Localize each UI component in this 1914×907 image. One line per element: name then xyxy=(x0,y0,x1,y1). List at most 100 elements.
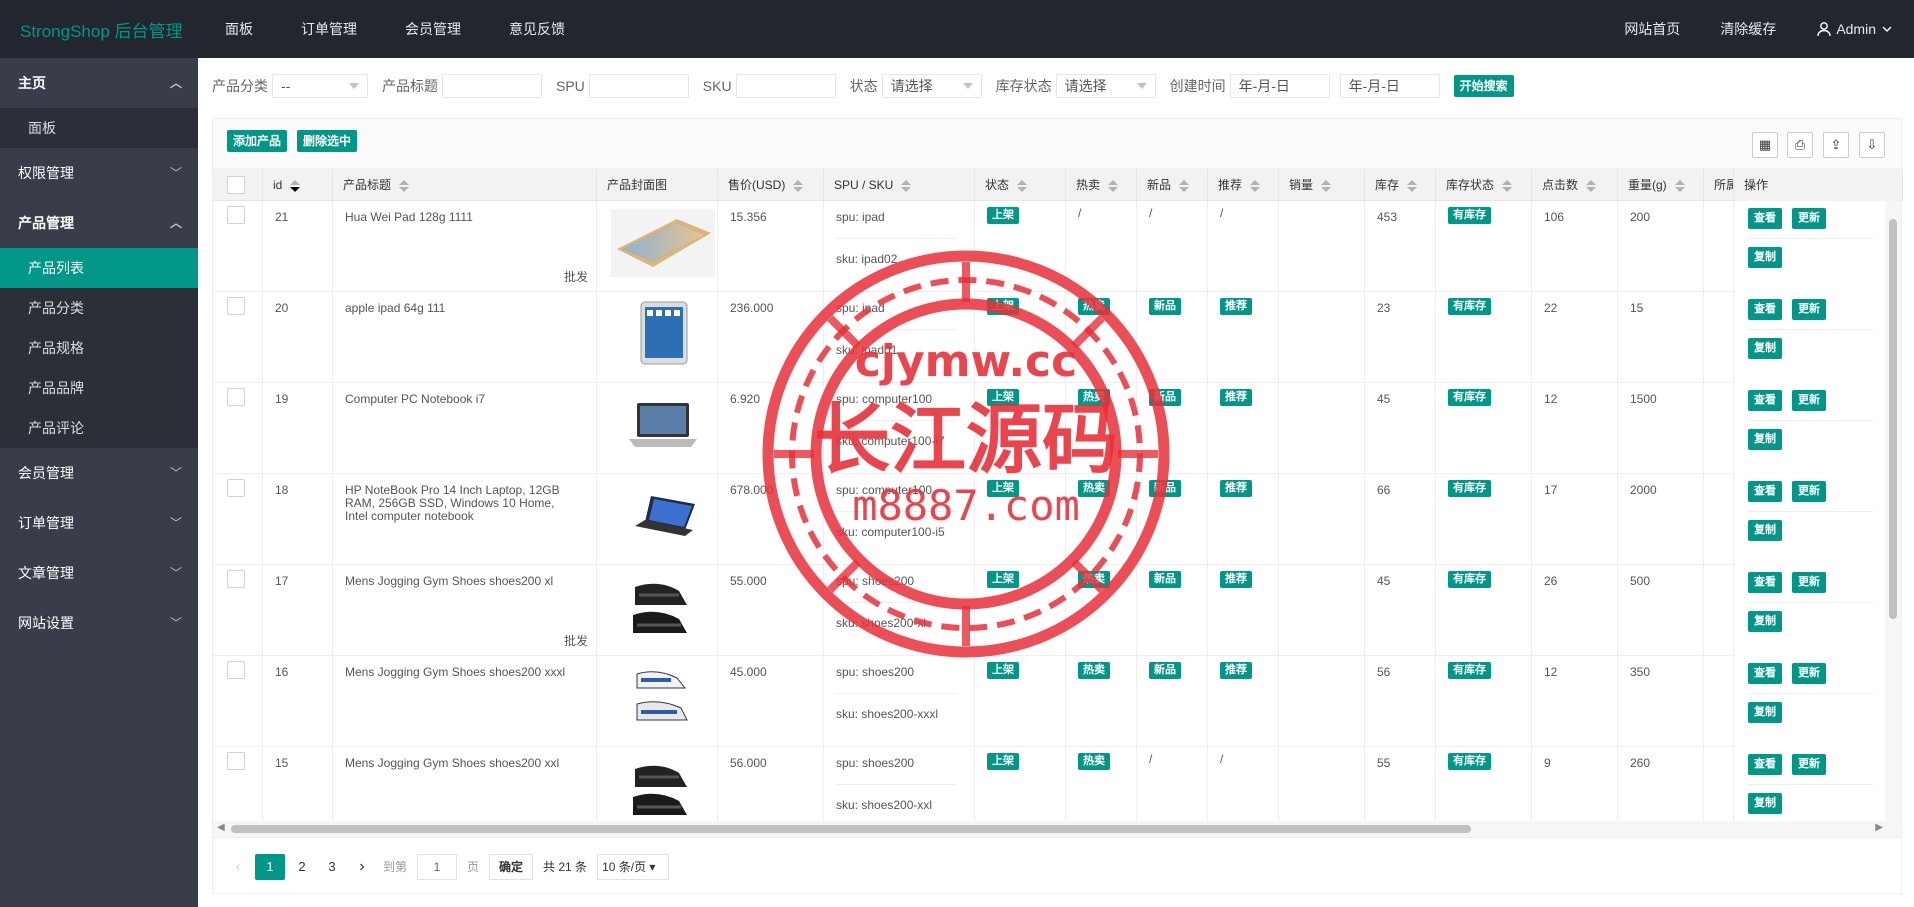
sort-icon[interactable] xyxy=(1179,179,1190,192)
prev-page-icon[interactable]: ‹ xyxy=(225,854,251,880)
col-price[interactable]: 售价(USD) xyxy=(718,169,824,201)
view-button[interactable]: 查看 xyxy=(1748,481,1782,502)
row-checkbox[interactable] xyxy=(227,752,245,770)
page-size-select[interactable]: 10 条/页 ▾ xyxy=(597,853,670,880)
scroll-thumb[interactable] xyxy=(231,825,1471,833)
date-from-input[interactable]: 年-月-日 xyxy=(1229,74,1330,98)
col-id[interactable]: id xyxy=(263,169,333,201)
sort-icon[interactable] xyxy=(290,179,301,192)
page-1[interactable]: 1 xyxy=(255,853,285,880)
sort-icon[interactable] xyxy=(1674,179,1685,192)
col-status[interactable]: 状态 xyxy=(975,169,1066,201)
delete-selected-button[interactable]: 删除选中 xyxy=(297,130,358,152)
view-button[interactable]: 查看 xyxy=(1748,299,1782,320)
sort-icon[interactable] xyxy=(1321,179,1332,192)
goto-confirm-button[interactable]: 确定 xyxy=(489,853,534,880)
topnav-feedback[interactable]: 意见反馈 xyxy=(509,0,565,58)
view-button[interactable]: 查看 xyxy=(1748,208,1782,229)
row-checkbox[interactable] xyxy=(227,570,245,588)
col-new[interactable]: 新品 xyxy=(1137,169,1208,201)
sku-input[interactable] xyxy=(735,74,836,98)
row-checkbox[interactable] xyxy=(227,297,245,315)
copy-button[interactable]: 复制 xyxy=(1748,338,1782,359)
sidebar-item-product-list[interactable]: 产品列表 xyxy=(0,248,198,288)
site-home-link[interactable]: 网站首页 xyxy=(1624,19,1680,39)
sidebar-item-product-spec[interactable]: 产品规格 xyxy=(0,328,198,368)
col-title[interactable]: 产品标题 xyxy=(333,169,597,201)
export-icon[interactable]: ⇪ xyxy=(1823,132,1849,158)
copy-button[interactable]: 复制 xyxy=(1748,793,1782,814)
update-button[interactable]: 更新 xyxy=(1792,390,1826,411)
horizontal-scrollbar[interactable]: ◀ ▶ xyxy=(213,821,1903,837)
sidebar-group-orders[interactable]: 订单管理 ﹀ xyxy=(0,498,198,548)
view-button[interactable]: 查看 xyxy=(1748,390,1782,411)
sort-icon[interactable] xyxy=(793,179,804,192)
col-spu-sku[interactable]: SPU / SKU xyxy=(824,169,975,201)
sidebar-item-product-category[interactable]: 产品分类 xyxy=(0,288,198,328)
sort-icon[interactable] xyxy=(1017,179,1028,192)
col-stock[interactable]: 库存 xyxy=(1365,169,1436,201)
search-button[interactable]: 开始搜索 xyxy=(1453,75,1514,97)
view-button[interactable]: 查看 xyxy=(1748,754,1782,775)
copy-button[interactable]: 复制 xyxy=(1748,429,1782,450)
next-page-icon[interactable]: › xyxy=(349,854,375,880)
sidebar-group-settings[interactable]: 网站设置 ﹀ xyxy=(0,598,198,648)
view-button[interactable]: 查看 xyxy=(1748,663,1782,684)
update-button[interactable]: 更新 xyxy=(1792,572,1826,593)
row-checkbox[interactable] xyxy=(227,661,245,679)
print-icon[interactable]: ⎙ xyxy=(1787,132,1813,158)
col-stock-status[interactable]: 库存状态 xyxy=(1436,169,1532,201)
sort-icon[interactable] xyxy=(1250,179,1261,192)
sort-icon[interactable] xyxy=(1108,179,1119,192)
topnav-members[interactable]: 会员管理 xyxy=(405,0,461,58)
date-to-input[interactable]: 年-月-日 xyxy=(1339,74,1440,98)
update-button[interactable]: 更新 xyxy=(1792,481,1826,502)
scroll-left-icon[interactable]: ◀ xyxy=(217,822,225,833)
sort-icon[interactable] xyxy=(901,179,912,192)
row-checkbox[interactable] xyxy=(227,479,245,497)
col-clicks[interactable]: 点击数 xyxy=(1532,169,1618,201)
topnav-orders[interactable]: 订单管理 xyxy=(301,0,357,58)
page-3[interactable]: 3 xyxy=(319,854,345,880)
copy-button[interactable]: 复制 xyxy=(1748,247,1782,268)
status-select[interactable]: 请选择 xyxy=(881,74,982,98)
col-recommend[interactable]: 推荐 xyxy=(1208,169,1279,201)
update-button[interactable]: 更新 xyxy=(1792,299,1826,320)
copy-button[interactable]: 复制 xyxy=(1748,702,1782,723)
topnav-dashboard[interactable]: 面板 xyxy=(225,0,253,58)
update-button[interactable]: 更新 xyxy=(1792,663,1826,684)
sidebar-group-home[interactable]: 主页 ︿ xyxy=(0,58,198,108)
select-all-checkbox[interactable] xyxy=(227,176,245,194)
vertical-scrollbar[interactable] xyxy=(1885,201,1901,821)
update-button[interactable]: 更新 xyxy=(1792,754,1826,775)
scroll-right-icon[interactable]: ▶ xyxy=(1875,822,1883,833)
copy-button[interactable]: 复制 xyxy=(1748,520,1782,541)
copy-button[interactable]: 复制 xyxy=(1748,611,1782,632)
sidebar-item-dashboard[interactable]: 面板 xyxy=(0,108,198,148)
update-button[interactable]: 更新 xyxy=(1792,208,1826,229)
sort-icon[interactable] xyxy=(399,179,410,192)
sort-icon[interactable] xyxy=(1407,179,1418,192)
col-weight[interactable]: 重量(g) xyxy=(1618,169,1704,201)
row-checkbox[interactable] xyxy=(227,206,245,224)
view-button[interactable]: 查看 xyxy=(1748,572,1782,593)
col-hot[interactable]: 热卖 xyxy=(1066,169,1137,201)
sort-icon[interactable] xyxy=(1586,179,1597,192)
sidebar-group-articles[interactable]: 文章管理 ﹀ xyxy=(0,548,198,598)
app-logo[interactable]: StrongShop 后台管理 xyxy=(20,17,183,42)
sort-icon[interactable] xyxy=(1502,179,1513,192)
spu-input[interactable] xyxy=(588,74,689,98)
goto-page-input[interactable]: 1 xyxy=(417,853,458,880)
col-sales[interactable]: 销量 xyxy=(1279,169,1365,201)
sidebar-group-permissions[interactable]: 权限管理 ﹀ xyxy=(0,148,198,198)
page-2[interactable]: 2 xyxy=(289,854,315,880)
row-checkbox[interactable] xyxy=(227,388,245,406)
columns-icon[interactable]: ▦ xyxy=(1752,132,1778,158)
sidebar-item-product-review[interactable]: 产品评论 xyxy=(0,408,198,448)
user-menu[interactable]: Admin xyxy=(1816,21,1892,37)
sidebar-item-product-brand[interactable]: 产品品牌 xyxy=(0,368,198,408)
add-product-button[interactable]: 添加产品 xyxy=(227,130,288,152)
sidebar-group-members[interactable]: 会员管理 ﹀ xyxy=(0,448,198,498)
clear-cache-link[interactable]: 清除缓存 xyxy=(1720,19,1776,39)
title-input[interactable] xyxy=(442,74,542,98)
